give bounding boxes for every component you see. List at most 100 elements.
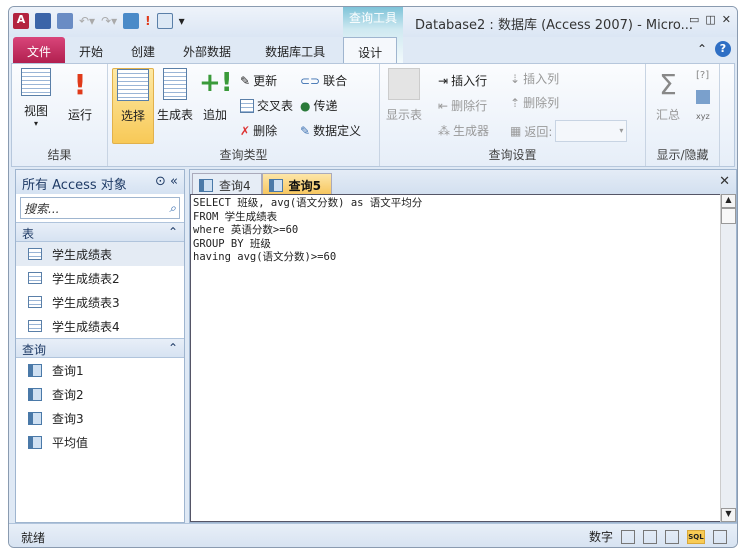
update-button[interactable]: ✎ 更新: [240, 72, 277, 89]
totals-label: 汇总: [655, 108, 680, 122]
nav-search-input[interactable]: 搜索... ⌕: [20, 197, 180, 219]
make-table-button[interactable]: 生成表: [154, 68, 196, 123]
query-name: 查询3: [52, 411, 84, 426]
restore-icon[interactable]: ◫: [705, 13, 715, 26]
nav-table-item[interactable]: 学生成绩表4: [16, 314, 184, 338]
group-label-query-type: 查询类型: [219, 148, 268, 162]
return-select[interactable]: ▾: [555, 120, 628, 142]
table-names-icon[interactable]: xyz: [696, 112, 710, 121]
nav-query-item[interactable]: 查询1: [16, 358, 184, 382]
nav-query-item[interactable]: 查询3: [16, 406, 184, 430]
delete-rows-button[interactable]: ⇤ 删除行: [438, 97, 487, 114]
totals-button[interactable]: Σ 汇总: [648, 68, 688, 123]
show-table-icon: [388, 68, 420, 100]
insert-columns-button[interactable]: ⇣ 插入列: [510, 70, 559, 87]
access-window: A ↶▾ ↷▾ ! ▾ 查询工具 Database2 : 数据库 (Access…: [8, 6, 738, 548]
crosstab-label: 交叉表: [257, 99, 294, 113]
crosstab-button[interactable]: 交叉表: [240, 97, 293, 114]
scroll-thumb[interactable]: [721, 208, 736, 224]
redo-icon[interactable]: ↷▾: [101, 14, 117, 28]
nav-table-item[interactable]: 学生成绩表3: [16, 290, 184, 314]
quick-access-toolbar: A ↶▾ ↷▾ ! ▾: [13, 13, 185, 29]
delete-columns-label: 删除列: [523, 96, 560, 110]
group-query-setup: 显示表 ⇥ 插入行 ⇤ 删除行 ⁂ 生成器 ⇣ 插入列 ⇡ 删除列 ▦ 返回: ▾ 查询设置: [380, 64, 646, 166]
nav-header[interactable]: 所有 Access 对象 ⊙ «: [16, 170, 184, 194]
datasheet-icon[interactable]: [156, 13, 173, 29]
query-icon: [28, 363, 42, 377]
pivot-table-view-icon[interactable]: [643, 529, 657, 544]
property-sheet-icon[interactable]: [696, 90, 710, 104]
save-icon[interactable]: [35, 13, 51, 29]
view-button[interactable]: 视图 ▾: [16, 68, 56, 128]
design-icon[interactable]: [57, 13, 73, 29]
data-definition-button[interactable]: ✎ 数据定义: [300, 122, 361, 139]
builder-button[interactable]: ⁂ 生成器: [438, 122, 489, 139]
ribbon-tabs: 文件 开始 创建 外部数据 数据库工具 设计: [9, 37, 737, 63]
close-document-icon[interactable]: ✕: [719, 174, 730, 189]
table-name: 学生成绩表: [52, 247, 113, 262]
run-icon[interactable]: !: [145, 14, 150, 28]
customize-qat-icon[interactable]: ▾: [179, 14, 185, 28]
design-view-icon[interactable]: [713, 529, 727, 544]
sql-view-icon[interactable]: SQL: [687, 529, 705, 544]
help-icon[interactable]: ?: [715, 41, 731, 57]
data-definition-icon: ✎: [300, 123, 311, 138]
run-button[interactable]: ! 运行: [60, 68, 100, 123]
query-name: 查询1: [52, 363, 84, 378]
append-button[interactable]: +! 追加: [198, 68, 233, 123]
table-icon: [28, 248, 42, 260]
tab-create[interactable]: 创建: [117, 37, 169, 63]
tab-database-tools[interactable]: 数据库工具: [251, 37, 339, 63]
delete-columns-button[interactable]: ⇡ 删除列: [510, 94, 559, 111]
pivot-chart-view-icon[interactable]: [665, 529, 679, 544]
collapse-nav-icon[interactable]: «: [170, 174, 178, 189]
insert-rows-label: 插入行: [451, 74, 488, 88]
query-icon: [268, 178, 283, 192]
close-icon[interactable]: ✕: [722, 13, 731, 26]
doc-tab-query5[interactable]: 查询5: [261, 173, 332, 194]
insert-rows-button[interactable]: ⇥ 插入行: [438, 72, 487, 89]
table-name: 学生成绩表4: [52, 319, 120, 334]
nav-table-item[interactable]: 学生成绩表2: [16, 266, 184, 290]
queries-section-header[interactable]: 查询 ⌃: [16, 338, 184, 358]
tab-design[interactable]: 设计: [343, 37, 398, 63]
globe-icon: ●: [300, 98, 311, 113]
nav-query-item[interactable]: 查询2: [16, 382, 184, 406]
query-icon: [28, 435, 42, 449]
scroll-up-icon[interactable]: ▲: [721, 194, 736, 208]
datasheet-view-icon[interactable]: [621, 529, 635, 544]
minimize-icon[interactable]: ▭: [689, 13, 699, 26]
group-label-query-setup: 查询设置: [488, 148, 537, 162]
nav-menu-icon[interactable]: ⊙: [155, 174, 166, 189]
vertical-scrollbar[interactable]: ▲ ▼: [720, 194, 736, 522]
sql-editor[interactable]: SELECT 班级, avg(语文分数) as 语文平均分 FROM 学生成绩表…: [190, 194, 720, 522]
pass-through-button[interactable]: ● 传递: [300, 97, 338, 114]
view-icon[interactable]: [123, 13, 140, 29]
tables-header-label: 表: [22, 227, 35, 241]
minimize-ribbon-icon[interactable]: ⌃: [697, 42, 707, 56]
search-icon[interactable]: ⌕: [169, 201, 176, 216]
crosstab-icon: [240, 98, 254, 113]
select-button[interactable]: 选择: [112, 68, 154, 144]
union-button[interactable]: ⊂⊃ 联合: [300, 72, 347, 89]
select-label: 选择: [120, 109, 145, 123]
parameters-icon[interactable]: [?]: [696, 70, 709, 81]
delete-icon: ✗: [240, 123, 251, 138]
group-label-show-hide: 显示/隐藏: [656, 148, 709, 162]
tables-section-header[interactable]: 表 ⌃: [16, 222, 184, 242]
delete-button[interactable]: ✗ 删除: [240, 122, 277, 139]
doc-tab-query4[interactable]: 查询4: [192, 173, 262, 194]
nav-table-item[interactable]: 学生成绩表: [16, 242, 184, 266]
union-icon: ⊂⊃: [300, 73, 321, 88]
undo-icon[interactable]: ↶▾: [79, 14, 95, 28]
nav-query-item[interactable]: 平均值: [16, 430, 184, 454]
delete-rows-label: 删除行: [451, 99, 488, 113]
group-show-hide: Σ 汇总 [?] xyz 显示/隐藏: [646, 64, 720, 166]
collapse-icon: ⌃: [167, 225, 178, 239]
show-table-button[interactable]: 显示表: [384, 68, 424, 123]
scroll-down-icon[interactable]: ▼: [721, 508, 736, 522]
tab-home[interactable]: 开始: [65, 37, 117, 63]
tab-file[interactable]: 文件: [13, 37, 66, 63]
delete-label: 删除: [253, 124, 278, 138]
tab-external-data[interactable]: 外部数据: [169, 37, 245, 63]
